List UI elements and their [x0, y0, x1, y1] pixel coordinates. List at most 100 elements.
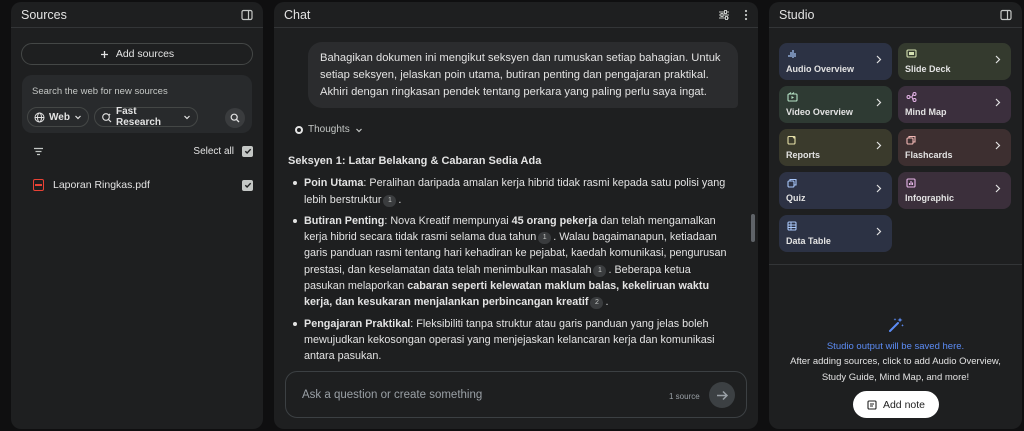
studio-empty-desc-line2: Study Guide, Mind Map, and more! — [821, 371, 970, 383]
select-all-checkbox[interactable] — [242, 145, 253, 157]
citation-chip[interactable]: 1 — [538, 232, 552, 245]
select-all: Select all — [193, 145, 253, 157]
research-icon — [101, 112, 112, 123]
collapse-panel-icon[interactable] — [241, 9, 253, 21]
add-sources-button[interactable]: Add sources — [21, 43, 253, 65]
studio-title: Studio — [779, 7, 815, 22]
studio-tile-reports[interactable]: Reports — [779, 129, 892, 166]
citation-chip[interactable]: 1 — [593, 264, 607, 277]
chat-header: Chat — [274, 2, 758, 28]
chevron-right-icon — [875, 55, 882, 64]
thoughts-icon — [295, 125, 303, 134]
reports-icon — [787, 135, 797, 145]
tile-label: Audio Overview — [786, 64, 855, 74]
studio-tile-flashcards[interactable]: Flashcards — [898, 129, 1011, 166]
arrow-right-icon — [716, 390, 729, 401]
studio-tile-data-table[interactable]: Data Table — [779, 215, 892, 252]
collapse-panel-icon[interactable] — [1000, 9, 1012, 21]
studio-empty-desc-line1: After adding sources, click to add Audio… — [790, 356, 1001, 367]
bullet-end: . — [398, 193, 402, 206]
chat-body: Bahagikan dokumen ini mengikut seksyen d… — [274, 29, 758, 429]
studio-tile-slide-deck[interactable]: Slide Deck — [898, 43, 1011, 80]
slides-icon — [906, 49, 917, 58]
sort-icon[interactable] — [33, 147, 44, 156]
tune-settings-icon[interactable] — [718, 9, 730, 21]
chat-composer: Ask a question or create something 1 sou… — [285, 371, 747, 418]
audio-wave-icon — [787, 49, 797, 59]
more-vert-icon[interactable] — [744, 9, 748, 21]
bullet-text: : Peralihan daripada amalan kerja hibrid… — [304, 177, 726, 206]
studio-tile-quiz[interactable]: Quiz — [779, 172, 892, 209]
citation-chip[interactable]: 2 — [590, 297, 604, 310]
web-search-box: Search the web for new sources Web Fast … — [22, 75, 252, 133]
response-bullets: Poin Utama: Peralihan daripada amalan ke… — [288, 175, 728, 364]
source-count: 1 source — [669, 392, 700, 401]
chevron-right-icon — [875, 184, 882, 193]
response-bullet: Pengajaran Praktikal: Fleksibiliti tanpa… — [288, 316, 728, 365]
response-bullet: Poin Utama: Peralihan daripada amalan ke… — [288, 175, 728, 208]
bullet-label: Butiran Penting — [304, 214, 385, 227]
bullet-emphasis: 45 orang pekerja — [511, 214, 598, 227]
web-source-dropdown[interactable]: Web — [27, 107, 89, 127]
studio-divider — [769, 264, 1022, 265]
add-sources-label: Add sources — [115, 48, 175, 60]
chevron-right-icon — [994, 55, 1001, 64]
chevron-down-icon — [183, 113, 191, 121]
studio-empty-title: Studio output will be saved here. — [826, 341, 965, 352]
chevron-right-icon — [994, 184, 1001, 193]
source-item-checkbox[interactable] — [242, 179, 253, 191]
response-section-heading: Seksyen 1: Latar Belakang & Cabaran Sedi… — [288, 155, 542, 167]
mind-map-icon — [906, 92, 917, 102]
tile-label: Flashcards — [905, 150, 953, 160]
web-search-input[interactable]: Search the web for new sources — [32, 86, 168, 97]
add-note-button[interactable]: Add note — [853, 391, 939, 418]
studio-tile-infographic[interactable]: Infographic — [898, 172, 1011, 209]
source-item[interactable]: Laporan Ringkas.pdf — [33, 178, 253, 192]
chat-header-actions — [718, 9, 748, 21]
infographic-icon — [906, 178, 916, 188]
select-all-label: Select all — [193, 145, 234, 157]
web-chip-label: Web — [49, 111, 70, 123]
chevron-right-icon — [994, 141, 1001, 150]
tile-label: Slide Deck — [905, 64, 951, 74]
response-bullet: Butiran Penting: Nova Kreatif mempunyai … — [288, 213, 728, 311]
send-button[interactable] — [709, 382, 735, 408]
search-icon — [230, 113, 240, 123]
sources-panel: Sources Add sources Search the web for n… — [11, 2, 263, 429]
studio-panel: Studio Audio Overview Slide Deck Video O… — [769, 2, 1022, 429]
studio-empty-state: Studio output will be saved here. After … — [769, 316, 1022, 385]
bullet-label: Poin Utama — [304, 177, 364, 190]
user-message: Bahagikan dokumen ini mengikut seksyen d… — [308, 42, 738, 108]
chevron-right-icon — [875, 98, 882, 107]
bullet-label: Pengajaran Praktikal — [304, 317, 411, 330]
thoughts-label: Thoughts — [308, 124, 350, 135]
chevron-right-icon — [875, 227, 882, 236]
thoughts-toggle[interactable]: Thoughts — [295, 124, 363, 135]
flashcards-icon — [906, 135, 916, 145]
tile-label: Quiz — [786, 193, 806, 203]
studio-tile-video-overview[interactable]: Video Overview — [779, 86, 892, 123]
research-mode-dropdown[interactable]: Fast Research — [94, 106, 198, 128]
assistant-response: Seksyen 1: Latar Belakang & Cabaran Sedi… — [288, 153, 728, 367]
web-search-submit-button[interactable] — [225, 108, 245, 128]
chevron-right-icon — [875, 141, 882, 150]
studio-header: Studio — [769, 2, 1022, 28]
studio-tile-mind-map[interactable]: Mind Map — [898, 86, 1011, 123]
chat-scrollbar[interactable] — [751, 214, 755, 242]
globe-icon — [34, 112, 45, 123]
notebook-app: Sources Add sources Search the web for n… — [0, 0, 1024, 431]
quiz-icon — [787, 178, 797, 188]
tile-label: Mind Map — [905, 107, 947, 117]
sources-title: Sources — [21, 7, 67, 22]
chevron-down-icon — [74, 113, 82, 121]
table-icon — [787, 221, 797, 231]
citation-chip[interactable]: 1 — [383, 194, 397, 207]
chat-panel: Chat Bahagikan dokumen ini mengikut seks… — [274, 2, 758, 429]
pdf-icon — [33, 179, 44, 191]
chat-title: Chat — [284, 7, 311, 22]
add-note-label: Add note — [882, 398, 926, 411]
chat-input[interactable]: Ask a question or create something — [302, 389, 482, 401]
tile-label: Infographic — [905, 193, 954, 203]
chevron-right-icon — [994, 98, 1001, 107]
studio-tile-audio-overview[interactable]: Audio Overview — [779, 43, 892, 80]
